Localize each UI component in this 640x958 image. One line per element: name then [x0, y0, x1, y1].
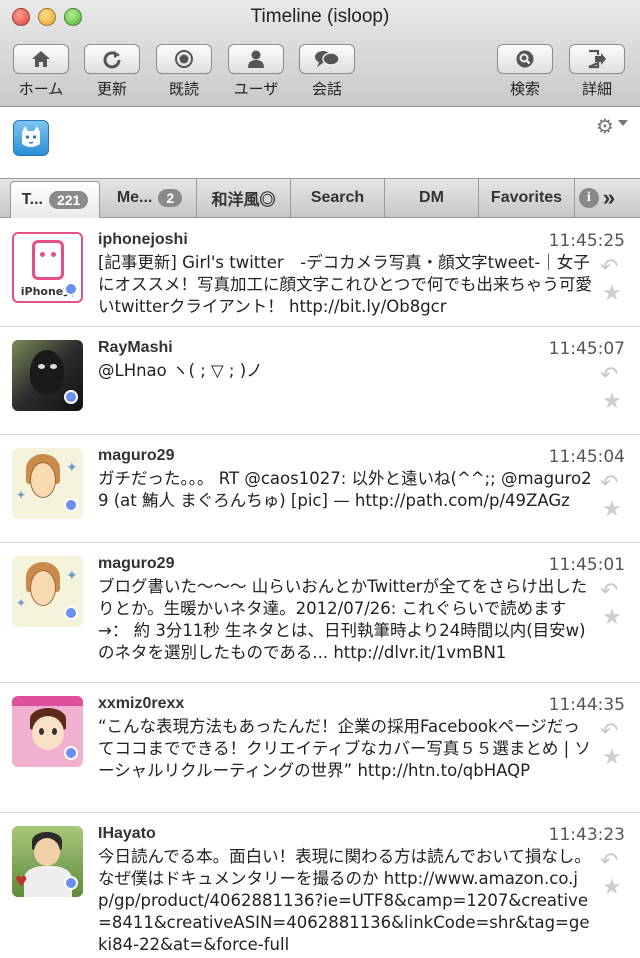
tweet-text: @LHnao ヽ( ; ▽ ; )ノ [98, 361, 263, 380]
status-dot [64, 606, 78, 620]
refresh-button[interactable]: 更新 [77, 44, 147, 99]
title-toolbar: Timeline (isloop) ホーム 更新 既読 ユーザ 会話 検索 詳細 [0, 0, 640, 107]
refresh-label: 更新 [96, 80, 127, 98]
user-button[interactable]: ユーザ [221, 44, 291, 99]
read-icon [175, 50, 193, 68]
tweet-time: 11:45:07 [548, 339, 625, 359]
tweet-text: ブログ書いた〜〜〜 山らいおんとかTwitterが全てをさらけ出したりとか。生暖… [98, 577, 588, 662]
tweet-time: 11:43:23 [548, 825, 625, 845]
tweet-text: [記事更新] Girl's twitter -デコカメラ写真・顔文字tweet-… [98, 253, 592, 316]
reply-icon[interactable]: ↶ [600, 255, 624, 280]
status-dot [64, 282, 78, 296]
tweet-time: 11:45:25 [548, 231, 625, 251]
tweet-row[interactable]: ♥ IHayato 11:43:23 今日読んでる本。面白い！表現に関わる方は読… [0, 813, 640, 958]
tab-mentions[interactable]: Me... 2 [103, 179, 197, 217]
search-label: 検索 [509, 80, 540, 98]
mark-read-button[interactable]: 既読 [149, 44, 219, 99]
status-dot [64, 498, 78, 512]
info-icon[interactable]: i [578, 188, 599, 208]
tweet-row[interactable]: iPhone女 iphonejoshi 11:45:25 [記事更新] Girl… [0, 219, 640, 327]
tweet-time: 11:44:35 [548, 695, 625, 715]
conversation-button[interactable]: 会話 [292, 44, 362, 99]
tab-label: Me... [116, 189, 153, 206]
home-icon [32, 51, 50, 67]
home-button[interactable]: ホーム [6, 44, 76, 99]
refresh-icon [103, 51, 121, 69]
tab-label: Search [310, 189, 365, 206]
gear-icon[interactable]: ⚙ [596, 114, 614, 138]
tweet-text: “こんな表現方法もあったんだ！企業の採用Facebookページだってココまででき… [98, 717, 591, 780]
tweet-username[interactable]: IHayato [98, 825, 156, 843]
tab-label: 和洋風◎ [211, 192, 276, 209]
tweet-username[interactable]: iphonejoshi [98, 231, 188, 249]
detail-button[interactable]: 詳細 [562, 44, 632, 99]
tweet-row[interactable]: RayMashi 11:45:07 @LHnao ヽ( ; ▽ ; )ノ ↶ ★ [0, 327, 640, 435]
tweet-username[interactable]: xxmiz0rexx [98, 695, 184, 713]
status-dot [64, 876, 78, 890]
tab-search[interactable]: Search [291, 179, 385, 217]
tab-dm[interactable]: DM [385, 179, 479, 217]
star-icon[interactable]: ★ [602, 499, 624, 521]
user-icon [248, 50, 264, 68]
tweet-username[interactable]: maguro29 [98, 555, 174, 573]
user-label: ユーザ [233, 80, 279, 98]
tab-list[interactable]: 和洋風◎ [197, 179, 291, 217]
star-icon[interactable]: ★ [602, 877, 624, 899]
detail-icon [588, 49, 606, 69]
tweet-username[interactable]: RayMashi [98, 339, 173, 357]
star-icon[interactable]: ★ [602, 747, 624, 769]
unread-badge: 2 [158, 189, 183, 207]
timeline-tabs: T... 221 Me... 2 和洋風◎ Search DM Favorite… [0, 178, 640, 218]
star-icon[interactable]: ★ [602, 607, 624, 629]
reply-icon[interactable]: ↶ [600, 579, 624, 604]
tab-overflow[interactable]: i » [575, 179, 619, 217]
status-dot [64, 746, 78, 760]
star-icon[interactable]: ★ [602, 391, 624, 413]
tweet-username[interactable]: maguro29 [98, 447, 174, 465]
tab-label: Favorites [490, 189, 563, 206]
cat-icon [22, 126, 40, 147]
conversation-label: 会話 [311, 80, 342, 98]
more-tabs-icon[interactable]: » [603, 185, 615, 211]
unread-badge: 221 [48, 191, 89, 209]
status-dot [64, 390, 78, 404]
tweet-time: 11:45:01 [548, 555, 625, 575]
tweet-text: 今日読んでる本。面白い！表現に関わる方は読んでおいて損なし。 なぜ僕はドキュメン… [98, 847, 591, 954]
account-avatar[interactable] [13, 120, 49, 156]
tab-label: T... [21, 191, 43, 208]
search-button[interactable]: 検索 [490, 44, 560, 99]
tweet-row[interactable]: xxmiz0rexx 11:44:35 “こんな表現方法もあったんだ！企業の採用… [0, 683, 640, 813]
star-icon[interactable]: ★ [602, 283, 624, 305]
tab-favorites[interactable]: Favorites [479, 179, 575, 217]
reply-icon[interactable]: ↶ [600, 471, 624, 496]
search-icon [516, 50, 534, 68]
account-bar: ⚙ [0, 108, 640, 178]
tweet-text: ガチだった。。。 RT @caos1027: 以外と遠いね(^^;; @magu… [98, 469, 592, 510]
tab-label: DM [419, 189, 444, 206]
reply-icon[interactable]: ↶ [600, 719, 624, 744]
tweet-row[interactable]: ✦ ✦ maguro29 11:45:04 ガチだった。。。 RT @caos1… [0, 435, 640, 543]
reply-icon[interactable]: ↶ [600, 363, 624, 388]
tab-timeline[interactable]: T... 221 [10, 181, 100, 218]
tweet-time: 11:45:04 [548, 447, 625, 467]
home-label: ホーム [18, 80, 64, 98]
window-title: Timeline (isloop) [250, 6, 390, 27]
reply-icon[interactable]: ↶ [600, 849, 624, 874]
timeline-list[interactable]: iPhone女 iphonejoshi 11:45:25 [記事更新] Girl… [0, 219, 640, 958]
mark-read-label: 既読 [168, 80, 199, 98]
tweet-row[interactable]: ✦ ✦ maguro29 11:45:01 ブログ書いた〜〜〜 山らいおんとかT… [0, 543, 640, 683]
conversation-icon [315, 51, 340, 67]
detail-label: 詳細 [581, 80, 612, 98]
chevron-down-icon[interactable] [618, 120, 628, 126]
